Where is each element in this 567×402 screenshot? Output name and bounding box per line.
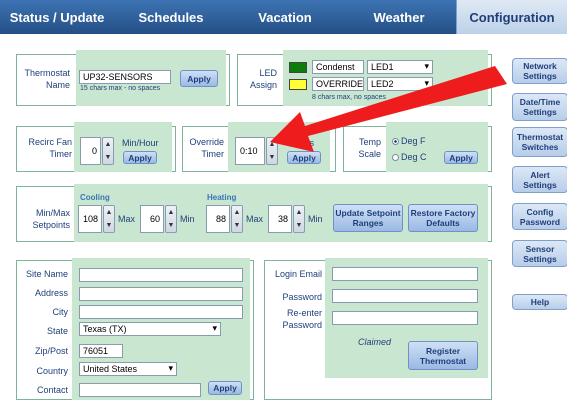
heat-min-spinner[interactable]: ▲ ▼ <box>293 205 305 233</box>
reenter-password-label: Re-enter Password <box>282 308 322 330</box>
address-input[interactable] <box>79 287 243 301</box>
zip-label: Zip/Post <box>34 346 68 356</box>
red-arrow-annotation <box>270 66 507 152</box>
cool-min-label: Min <box>180 214 195 224</box>
down-arrow-icon[interactable]: ▼ <box>103 151 113 164</box>
heat-max-spinner[interactable]: ▲ ▼ <box>231 205 243 233</box>
thermostat-apply-button[interactable]: Apply <box>180 70 218 87</box>
contact-label: Contact <box>36 385 68 395</box>
down-arrow-icon[interactable]: ▼ <box>294 219 304 232</box>
login-email-label: Login Email <box>274 269 322 279</box>
up-arrow-icon[interactable]: ▲ <box>166 206 176 219</box>
recirc-label: Recirc Fan Timer <box>28 137 72 159</box>
country-select[interactable]: United States <box>79 362 177 376</box>
heating-label: Heating <box>207 193 237 202</box>
recirc-apply-button[interactable]: Apply <box>123 151 157 164</box>
up-arrow-icon[interactable]: ▲ <box>103 138 113 151</box>
recirc-spinner[interactable]: ▲ ▼ <box>102 137 114 165</box>
date-time-settings-button[interactable]: Date/Time Settings <box>512 93 567 121</box>
cool-min-value[interactable]: 60 <box>140 205 164 233</box>
password-input[interactable] <box>332 289 478 303</box>
tab-schedules[interactable]: Schedules <box>114 0 228 34</box>
tab-weather[interactable]: Weather <box>342 0 456 34</box>
network-settings-button[interactable]: Network Settings <box>512 58 567 84</box>
heat-max-label: Max <box>246 214 264 224</box>
claimed-status: Claimed <box>358 337 392 347</box>
tab-status-update[interactable]: Status / Update <box>0 0 114 34</box>
zip-input[interactable]: 76051 <box>79 344 123 358</box>
recirc-value[interactable]: 0 <box>80 137 101 165</box>
state-label: State <box>46 326 68 336</box>
update-setpoint-ranges-button[interactable]: Update Setpoint Ranges <box>333 204 403 232</box>
tab-bar: Status / Update Schedules Vacation Weath… <box>0 0 567 34</box>
site-apply-button[interactable]: Apply <box>208 381 242 395</box>
heat-max-value[interactable]: 88 <box>206 205 230 233</box>
cool-max-spinner[interactable]: ▲ ▼ <box>103 205 115 233</box>
thermostat-name-hint: 15 chars max - no spaces <box>80 85 161 92</box>
country-label: Country <box>36 366 68 376</box>
city-input[interactable] <box>79 305 243 319</box>
up-arrow-icon[interactable]: ▲ <box>232 206 242 219</box>
tab-configuration[interactable]: Configuration <box>456 0 567 34</box>
arrow-icon <box>270 66 507 152</box>
sensor-settings-button[interactable]: Sensor Settings <box>512 240 567 267</box>
down-arrow-icon[interactable]: ▼ <box>104 219 114 232</box>
site-name-label: Site Name <box>25 269 68 279</box>
help-button[interactable]: Help <box>512 294 567 310</box>
cool-max-value[interactable]: 108 <box>78 205 102 233</box>
cooling-label: Cooling <box>80 193 110 202</box>
alert-settings-button[interactable]: Alert Settings <box>512 166 567 193</box>
heat-min-value[interactable]: 38 <box>268 205 292 233</box>
setpoints-label: Min/Max Setpoints <box>32 208 70 230</box>
password-label: Password <box>282 292 322 302</box>
login-email-input[interactable] <box>332 267 478 281</box>
heat-min-label: Min <box>308 214 323 224</box>
up-arrow-icon[interactable]: ▲ <box>294 206 304 219</box>
thermostat-name-input[interactable]: UP32-SENSORS <box>79 70 171 84</box>
thermostat-switches-button[interactable]: Thermostat Switches <box>512 127 567 157</box>
cool-max-label: Max <box>118 214 136 224</box>
contact-input[interactable] <box>79 383 201 397</box>
state-select[interactable]: Texas (TX) <box>79 322 221 336</box>
override-label: Override Timer <box>189 137 224 159</box>
cool-min-spinner[interactable]: ▲ ▼ <box>165 205 177 233</box>
register-thermostat-button[interactable]: Register Thermostat <box>408 341 478 370</box>
configuration-page: Status / Update Schedules Vacation Weath… <box>0 0 567 402</box>
recirc-unit: Min/Hour <box>122 138 159 148</box>
down-arrow-icon[interactable]: ▼ <box>232 219 242 232</box>
down-arrow-icon[interactable]: ▼ <box>166 219 176 232</box>
reenter-password-input[interactable] <box>332 311 478 325</box>
site-name-input[interactable] <box>79 268 243 282</box>
tab-vacation[interactable]: Vacation <box>228 0 342 34</box>
city-label: City <box>52 307 69 317</box>
up-arrow-icon[interactable]: ▲ <box>104 206 114 219</box>
config-password-button[interactable]: Config Password <box>512 203 567 230</box>
address-label: Address <box>34 288 68 298</box>
restore-factory-defaults-button[interactable]: Restore Factory Defaults <box>408 204 478 232</box>
thermostat-name-label: Thermostat Name <box>24 68 70 90</box>
